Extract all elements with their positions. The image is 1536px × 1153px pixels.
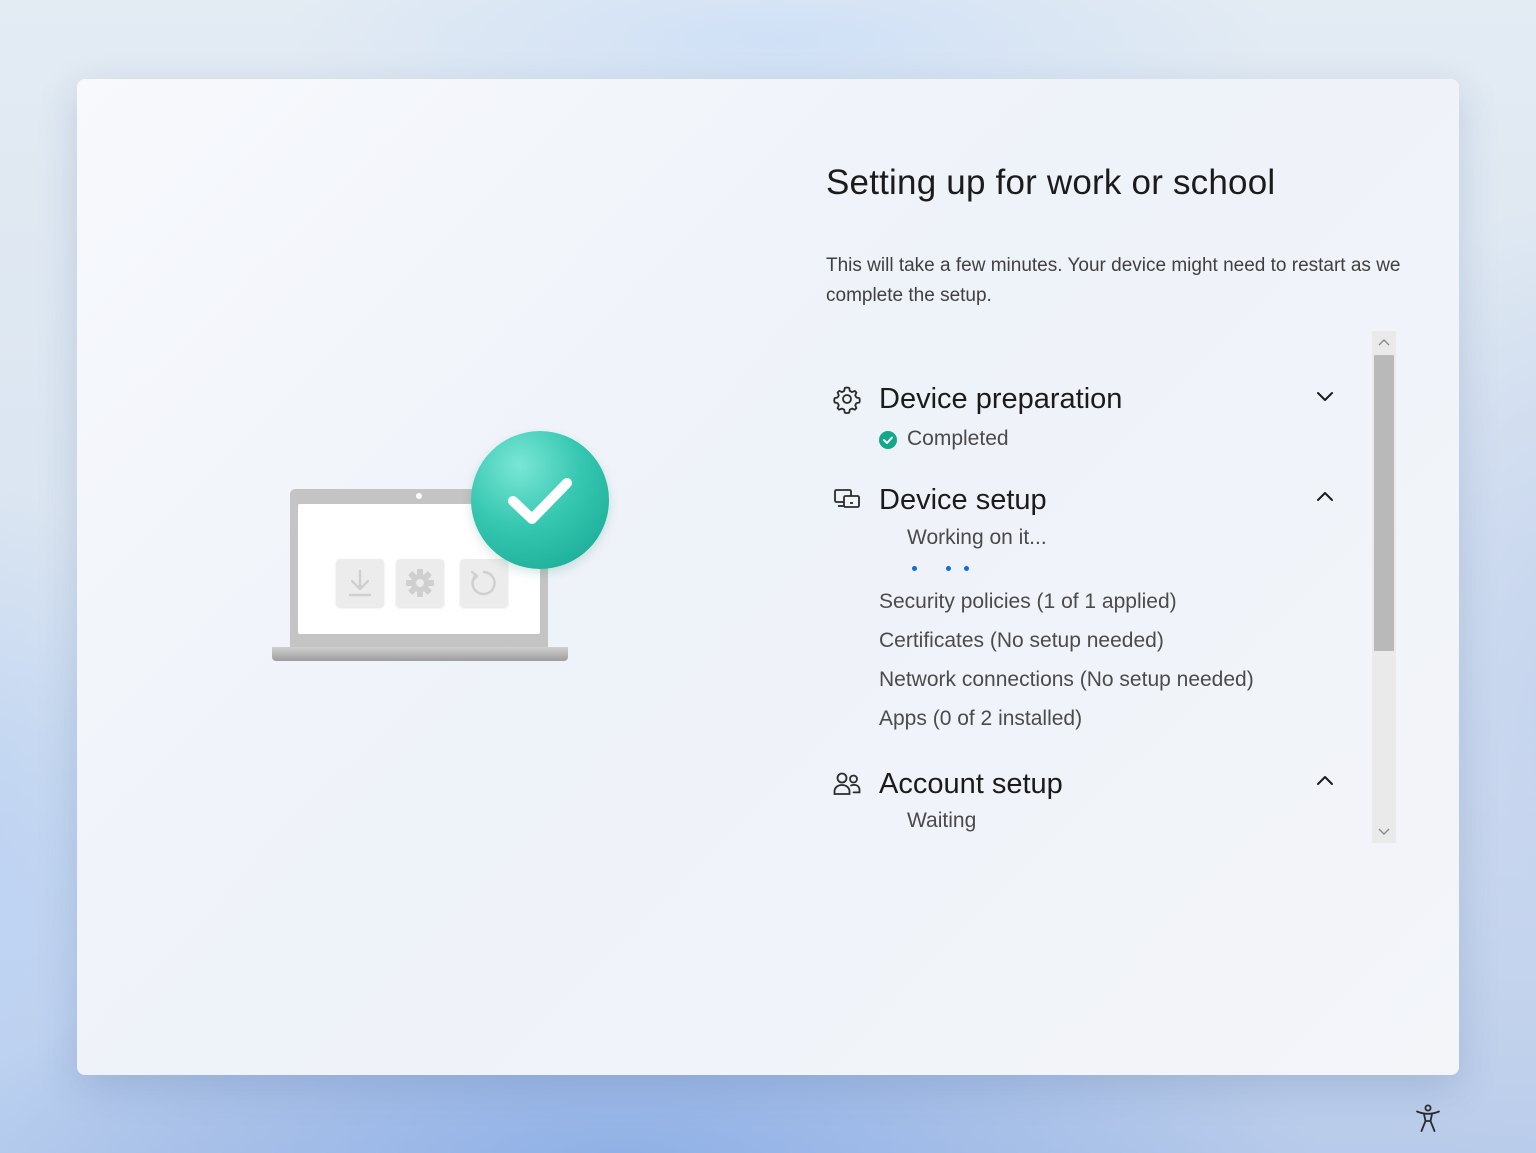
account-setup-header[interactable]: Account setup xyxy=(826,766,1356,802)
list-item: Apps (0 of 2 installed) xyxy=(879,707,1083,730)
device-preparation-title: Device preparation xyxy=(879,383,1123,415)
scrollbar[interactable] xyxy=(1372,331,1396,843)
setup-card: Setting up for work or school This will … xyxy=(77,79,1459,1075)
completed-check-icon xyxy=(879,431,897,449)
laptop-base xyxy=(272,647,568,661)
scroll-thumb[interactable] xyxy=(1374,355,1394,651)
account-setup-status: Waiting xyxy=(907,809,977,832)
list-item: Security policies (1 of 1 applied) xyxy=(879,590,1177,613)
account-setup-title: Account setup xyxy=(879,768,1063,800)
chevron-down-icon[interactable] xyxy=(1314,385,1336,407)
gear-icon xyxy=(396,559,444,607)
device-preparation-status: Completed xyxy=(907,427,1009,450)
device-preparation-header[interactable]: Device preparation xyxy=(826,381,1356,417)
setup-progress-list: Device preparation Completed Device setu… xyxy=(826,369,1356,844)
gear-icon xyxy=(833,386,861,414)
device-setup-header[interactable]: Device setup xyxy=(826,482,1356,518)
list-item: Certificates (No setup needed) xyxy=(879,629,1164,652)
device-setup-status: Working on it... xyxy=(907,526,1047,549)
download-icon xyxy=(336,559,384,607)
setup-illustration xyxy=(272,431,612,671)
scroll-down-arrow-icon[interactable] xyxy=(1372,821,1396,843)
list-item: Network connections (No setup needed) xyxy=(879,668,1254,691)
progress-dots xyxy=(912,566,992,576)
people-icon xyxy=(833,772,861,795)
page-title: Setting up for work or school xyxy=(826,163,1276,202)
chevron-up-icon[interactable] xyxy=(1314,770,1336,792)
checkmark-icon xyxy=(471,431,609,569)
device-setup-title: Device setup xyxy=(879,484,1047,516)
scroll-up-arrow-icon[interactable] xyxy=(1372,331,1396,353)
refresh-icon xyxy=(460,559,508,607)
accessibility-icon[interactable] xyxy=(1412,1102,1444,1134)
page-description: This will take a few minutes. Your devic… xyxy=(826,255,1401,306)
device-setup-icon xyxy=(834,489,860,508)
laptop-camera xyxy=(416,493,422,499)
chevron-up-icon[interactable] xyxy=(1314,486,1336,508)
